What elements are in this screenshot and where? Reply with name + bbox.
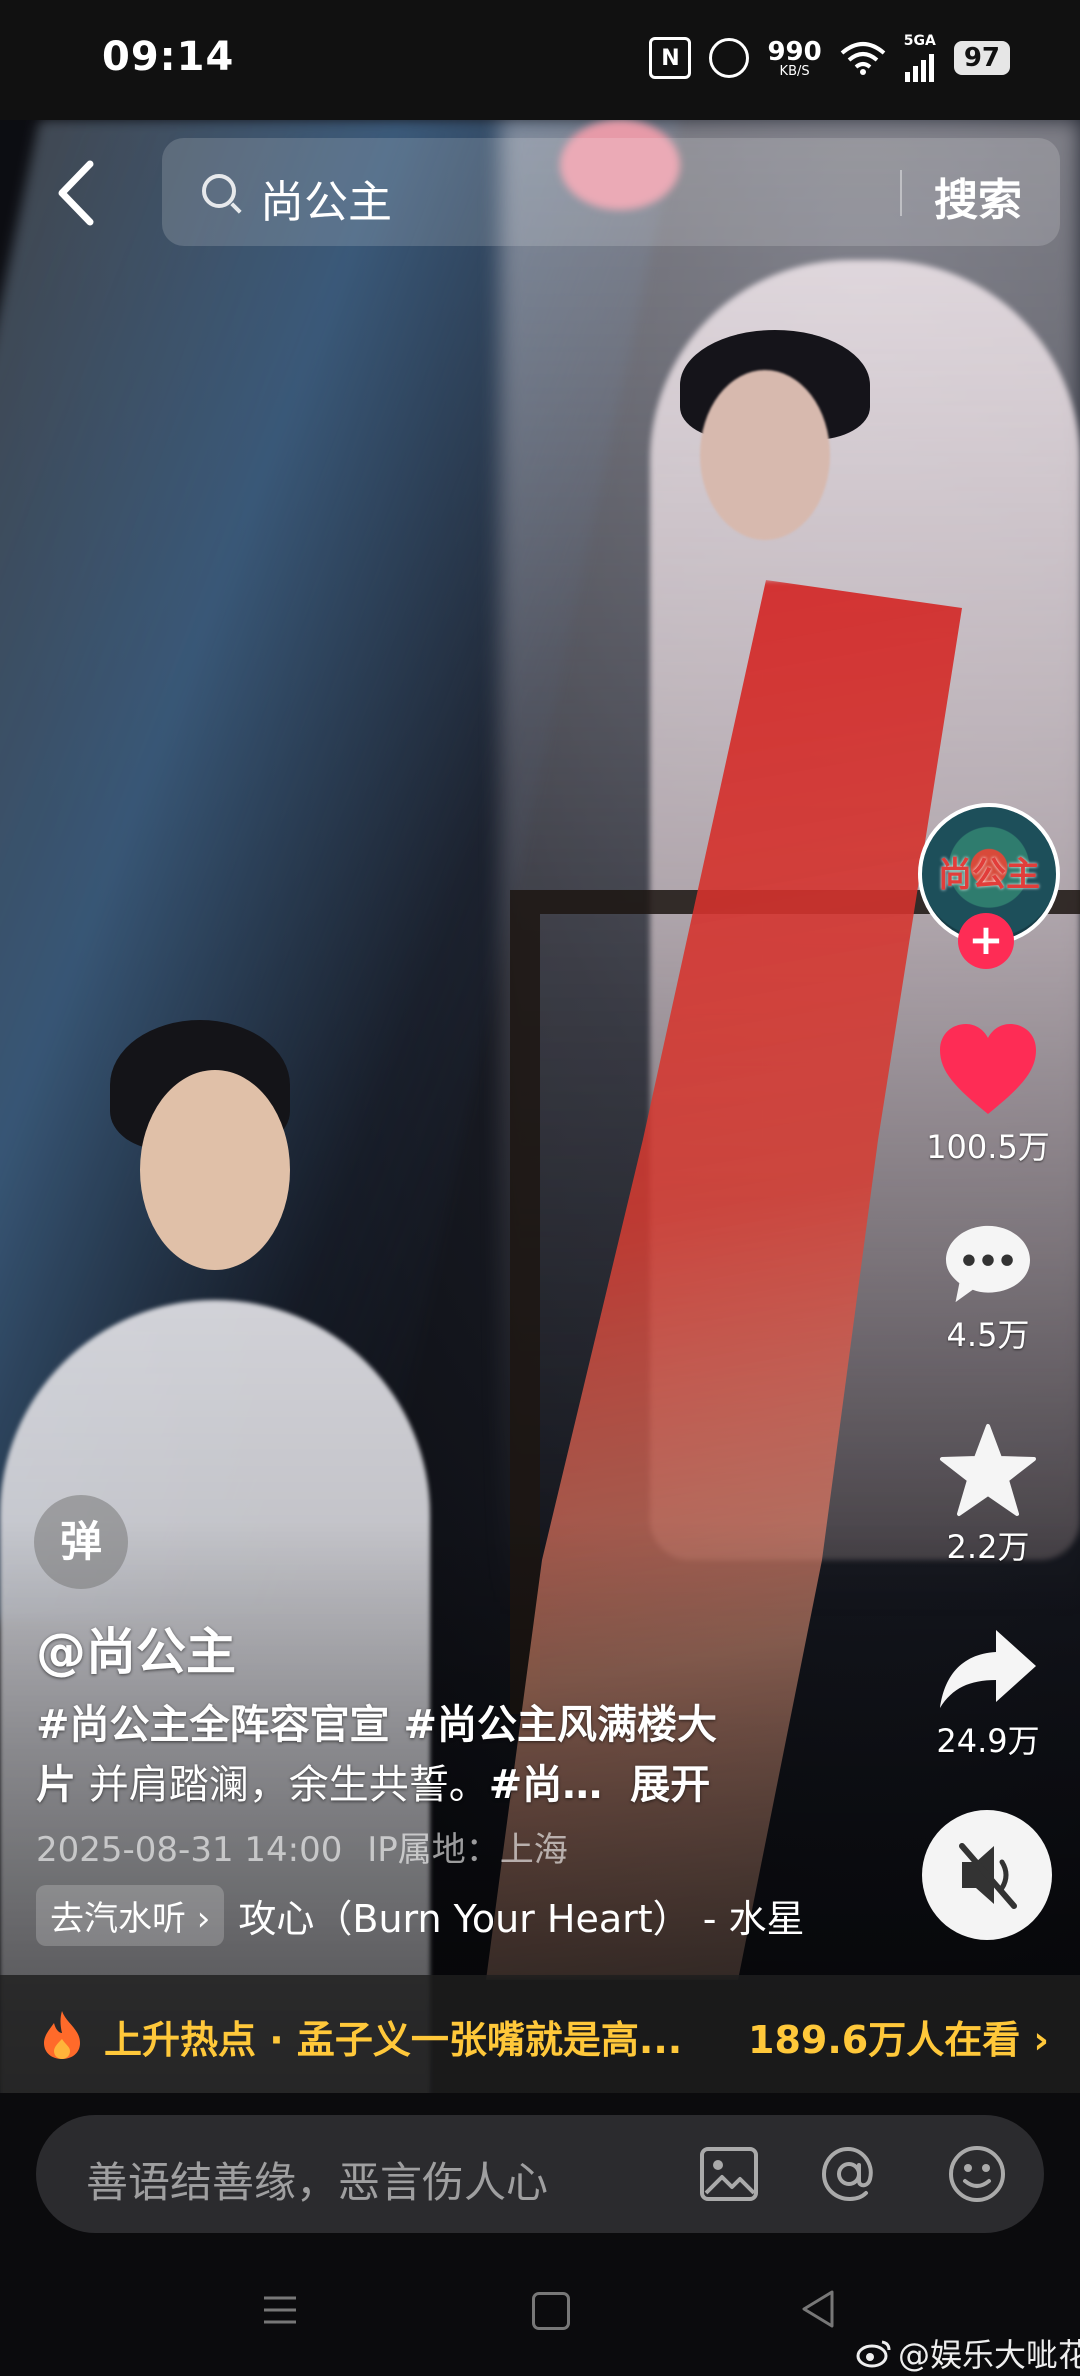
weibo-logo-icon (856, 2340, 891, 2368)
alarm-icon (709, 38, 750, 78)
viewer-count[interactable]: 189.6万人在看 › (748, 2009, 1049, 2064)
search-divider (900, 170, 902, 216)
mute-button[interactable] (922, 1810, 1052, 1940)
share-count: 24.9万 (936, 1722, 1040, 1760)
video-figure-woman-face (700, 370, 830, 540)
author-name[interactable]: @尚公主 (36, 1612, 236, 1684)
post-description-line1[interactable]: #尚公主全阵容官宣 #尚公主风满楼大 (36, 1692, 717, 1750)
video-figure-man-face (140, 1070, 290, 1270)
nav-home-icon[interactable] (532, 2292, 570, 2330)
search-button[interactable]: 搜索 (934, 164, 1022, 228)
back-icon[interactable] (52, 158, 102, 228)
music-row: 去汽水听 › 攻心（Burn Your Heart） - 水星 (36, 1885, 805, 1946)
wifi-icon (840, 42, 886, 75)
share-button[interactable]: 24.9万 (918, 1626, 1058, 1762)
favorite-count: 2.2万 (946, 1528, 1030, 1566)
status-icons: N 990 KB/S 5GA 97 (649, 34, 1010, 82)
network-speed: 990 KB/S (767, 36, 822, 79)
comment-input[interactable]: 善语结善缘，恶言伤人心 (36, 2115, 1044, 2233)
watermark: @娱乐大呲花 (856, 2330, 1080, 2376)
listen-on-qishui-button[interactable]: 去汽水听 › (36, 1885, 225, 1946)
hashtag-truncated[interactable]: #尚… (489, 1762, 603, 1808)
ip-location: IP属地：上海 (367, 1830, 568, 1870)
image-icon[interactable] (698, 2143, 760, 2205)
post-meta: 2025-08-31 14:00 IP属地：上海 (36, 1822, 568, 1871)
comment-button[interactable]: 4.5万 (918, 1222, 1058, 1356)
follow-button[interactable]: + (958, 913, 1014, 969)
comment-count: 4.5万 (946, 1316, 1030, 1354)
at-icon[interactable] (818, 2143, 880, 2205)
post-date: 2025-08-31 14:00 (36, 1830, 343, 1870)
search-bar[interactable]: 尚公主 搜索 (162, 138, 1060, 246)
battery-indicator: 97 (953, 41, 1010, 75)
status-bar: 09:14 N 990 KB/S 5GA 97 (0, 0, 1080, 120)
search-input[interactable]: 尚公主 (260, 166, 392, 230)
nfc-icon: N (649, 37, 692, 79)
emoji-icon[interactable] (946, 2143, 1008, 2205)
expand-button[interactable]: 展开 (630, 1762, 710, 1808)
cell-signal: 5GA (904, 34, 936, 82)
watermark-text: @娱乐大呲花 (898, 2336, 1080, 2374)
star-icon (940, 1424, 1036, 1516)
hot-topic-text[interactable]: 上升热点 · 孟子义一张嘴就是高... (104, 2009, 682, 2064)
hashtag-continuation[interactable]: 片 (36, 1762, 76, 1808)
heart-icon (940, 1024, 1036, 1114)
comment-icon (946, 1225, 1030, 1303)
status-time: 09:14 (102, 34, 235, 80)
flame-icon (44, 2011, 80, 2059)
search-icon (202, 174, 236, 208)
nav-back-icon[interactable] (798, 2288, 838, 2330)
like-count: 100.5万 (926, 1128, 1050, 1166)
favorite-button[interactable]: 2.2万 (918, 1422, 1058, 1568)
music-title[interactable]: 攻心（Burn Your Heart） - 水星 (238, 1888, 804, 1943)
post-description-line2: 片 并肩踏澜，余生共誓。#尚… 展开 (36, 1752, 710, 1810)
avatar-text: 尚公主 (938, 855, 1040, 895)
danmu-toggle-button[interactable]: 弹 (34, 1495, 128, 1589)
caption-text: 并肩踏澜，余生共誓。 (76, 1762, 489, 1808)
nav-menu-icon[interactable] (262, 2292, 298, 2328)
hot-topic-bar[interactable]: 上升热点 · 孟子义一张嘴就是高... 189.6万人在看 › (0, 1975, 1080, 2093)
comment-placeholder: 善语结善缘，恶言伤人心 (86, 2158, 549, 2207)
share-icon (940, 1630, 1036, 1708)
like-button[interactable]: 100.5万 (918, 1022, 1058, 1168)
mute-icon (959, 1843, 1017, 1909)
